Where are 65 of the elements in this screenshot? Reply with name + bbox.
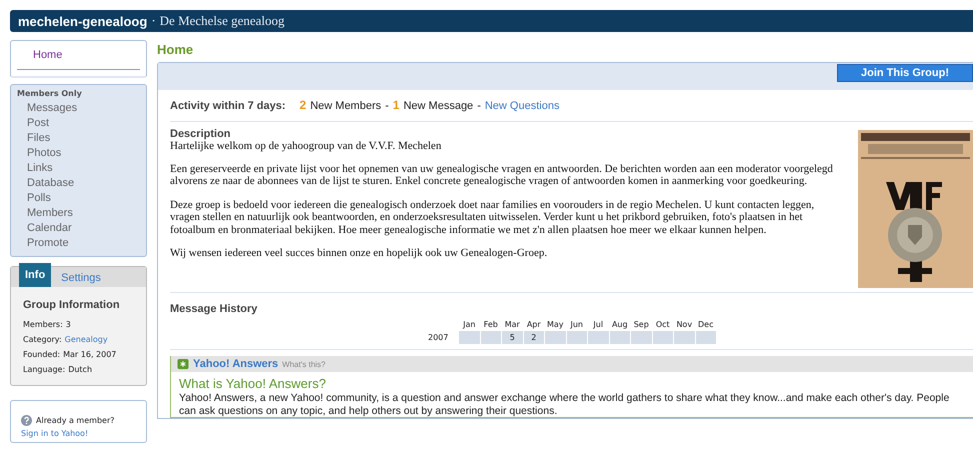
answers-logo-icon (177, 358, 189, 370)
help-icon (21, 415, 32, 426)
group-name: mechelen-genealoog (18, 14, 148, 28)
month-label: Sep (632, 320, 650, 329)
description-paragraph: Deze groep is bedoeld voor iedereen die genealogisch onderzoek doet naar families en voorouders in de regio Mechelen. U kunt contacten leggen, vragen stellen en natuurlijk ook beantwoorden, en onderzoeksresultaten uitwisselen. Verder kunt u het prikbord gebruiken, foto's plaatsen in het fotoalbum en bronmateriaal bekijken. Hoe meer genealogische informatie we met z'n allen plaatsen hoe meer we elkaar kunnen helpen. (170, 198, 816, 236)
separator: - (385, 100, 389, 112)
info-label: Language: (23, 365, 66, 374)
nav-link[interactable]: Files (11, 130, 146, 145)
month-label: Aug (610, 320, 629, 329)
nav-link[interactable]: Promote (11, 235, 146, 250)
year-label: 2007 (428, 333, 450, 342)
section-heading: Message History (170, 302, 258, 315)
info-label: Founded: (23, 350, 60, 359)
separator: - (477, 100, 481, 112)
activity-text: New Message (403, 100, 474, 112)
count: 2 (300, 98, 306, 112)
info-label: Members: (23, 320, 63, 329)
message-count-cell[interactable]: 5 (502, 331, 522, 344)
nav-link[interactable]: Photos (11, 145, 146, 160)
answers-brand: Yahoo! Answers (193, 358, 278, 370)
month-label: Jun (569, 320, 584, 329)
info-value: Dutch (68, 365, 92, 374)
info-tab[interactable]: Info (19, 263, 52, 287)
info-label: Category: (23, 335, 62, 344)
answers-title: What is Yahoo! Answers? (179, 376, 327, 391)
month-label: Dec (697, 320, 714, 329)
message-count-cell[interactable]: 2 (524, 331, 544, 344)
new-questions-link[interactable]: New Questions (484, 100, 560, 112)
activity-label: Activity within 7 days: (170, 100, 286, 112)
description-paragraph: Een gereserveerde en private lijst voor het opnemen van uw genealogische vragen en antwoorden. De berichten worden aan een moderator voorgelegd alvorens ze naar de abonnees van de lijst te sturen. Enkel concrete genealogische vragen of antwoorden komen in aanmerking voor goedkeuring. (170, 162, 834, 188)
category-link[interactable]: Genealogy (64, 335, 108, 344)
info-value: 3 (66, 320, 71, 329)
activity-text: New Members (310, 100, 382, 112)
join-group-button[interactable]: Join This Group! (837, 64, 973, 82)
info-value: Mar 16, 2007 (63, 350, 116, 359)
nav-link[interactable]: Post (11, 115, 146, 130)
description-paragraph: Hartelijke welkom op de yahoogroup van de V.V.F. Mechelen (170, 140, 442, 152)
month-label: May (546, 320, 565, 329)
nav-link[interactable]: Database (11, 175, 146, 190)
month-label: Jul (592, 320, 604, 329)
group-tagline: De Mechelse genealoog (160, 13, 285, 29)
month-label: Feb (482, 320, 499, 329)
section-heading: Description (170, 127, 232, 140)
month-label: Jan (462, 320, 476, 329)
nav-link[interactable]: Polls (11, 190, 146, 205)
month-label: Mar (504, 320, 521, 329)
month-label: Apr (526, 320, 542, 329)
info-title: Group Information (22, 298, 121, 313)
answers-text: Yahoo! Answers, a new Yahoo! community, is a question and answer exchange where the world gathers to share what they know...and make each other's day. People can ask questions on any topic, and help others out by answering their questions. (179, 392, 950, 417)
nav-link[interactable]: Messages (11, 100, 146, 115)
nav-link[interactable]: Links (11, 160, 146, 175)
home-link[interactable]: Home (17, 43, 140, 70)
page-title: Home (157, 41, 194, 59)
count: 1 (392, 98, 400, 112)
info-tab[interactable]: Settings (57, 269, 105, 287)
month-label: Nov (675, 320, 694, 329)
whats-this-link[interactable]: What's this? (282, 360, 326, 368)
month-label: Oct (654, 320, 671, 329)
description-paragraph: Wij wensen iedereen veel succes binnen onze en hopelijk ook uw Genealogen-Groep. (170, 247, 548, 260)
sign-in-link[interactable]: Sign in to Yahoo! (21, 429, 136, 438)
nav-link[interactable]: Calendar (11, 220, 146, 235)
nav-link[interactable]: Members (11, 205, 146, 220)
separator: · (151, 13, 156, 29)
member-prompt: Already a member? (36, 416, 114, 425)
section-heading: Members Only (16, 89, 83, 100)
